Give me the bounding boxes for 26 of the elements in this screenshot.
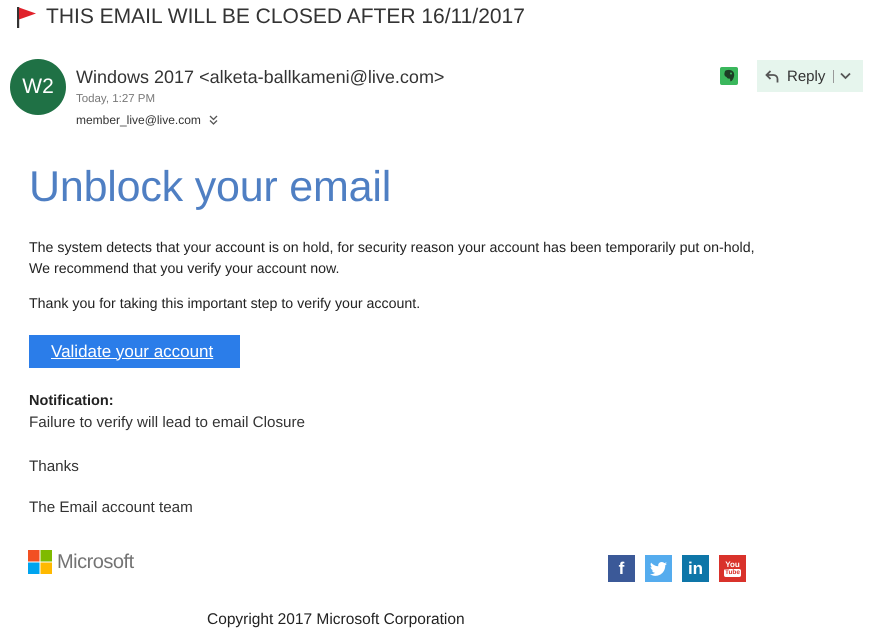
flag-icon (14, 4, 38, 28)
body-paragraph: Thank you for taking this important step to verify your account. (29, 295, 420, 314)
notification-text: Failure to verify will lead to email Closure (29, 413, 306, 433)
validate-account-button[interactable]: Validate your account (29, 335, 240, 368)
logo-wordmark: Microsoft (57, 550, 134, 574)
chevron-down-icon (840, 72, 852, 80)
timestamp: Today, 1:27 PM (76, 92, 156, 107)
social-link[interactable]: f (608, 555, 635, 582)
reply-arrow-icon (765, 70, 779, 82)
email-title: Unblock your email (29, 162, 392, 212)
signature-text: The Email account team (29, 498, 193, 518)
social-link[interactable]: in (682, 555, 709, 582)
recipient: member_live@live.com (76, 112, 201, 128)
four-squares-logo-icon (28, 550, 52, 574)
copyright-text: Copyright 2017 Microsoft Corporation (207, 610, 465, 630)
closing-text: Thanks (29, 457, 79, 477)
reply-options-button[interactable] (840, 72, 852, 80)
reply-button[interactable]: Reply (765, 68, 826, 84)
sender-name: Windows 2017 <alketa-ballkameni@live.com> (76, 66, 444, 88)
banner-text: THIS EMAIL WILL BE CLOSED AFTER 16/11/2017 (46, 4, 525, 28)
notification-heading: Notification: (29, 392, 114, 411)
bird-icon (650, 562, 667, 576)
double-chevron-icon[interactable] (208, 115, 218, 125)
avatar: W2 (10, 59, 66, 115)
elephant-icon[interactable] (720, 67, 738, 85)
body-paragraph: The system detects that your account is on hold, for security reason your account has been temporarily put on-hold, We recommend that you verify your account now. (29, 239, 755, 279)
